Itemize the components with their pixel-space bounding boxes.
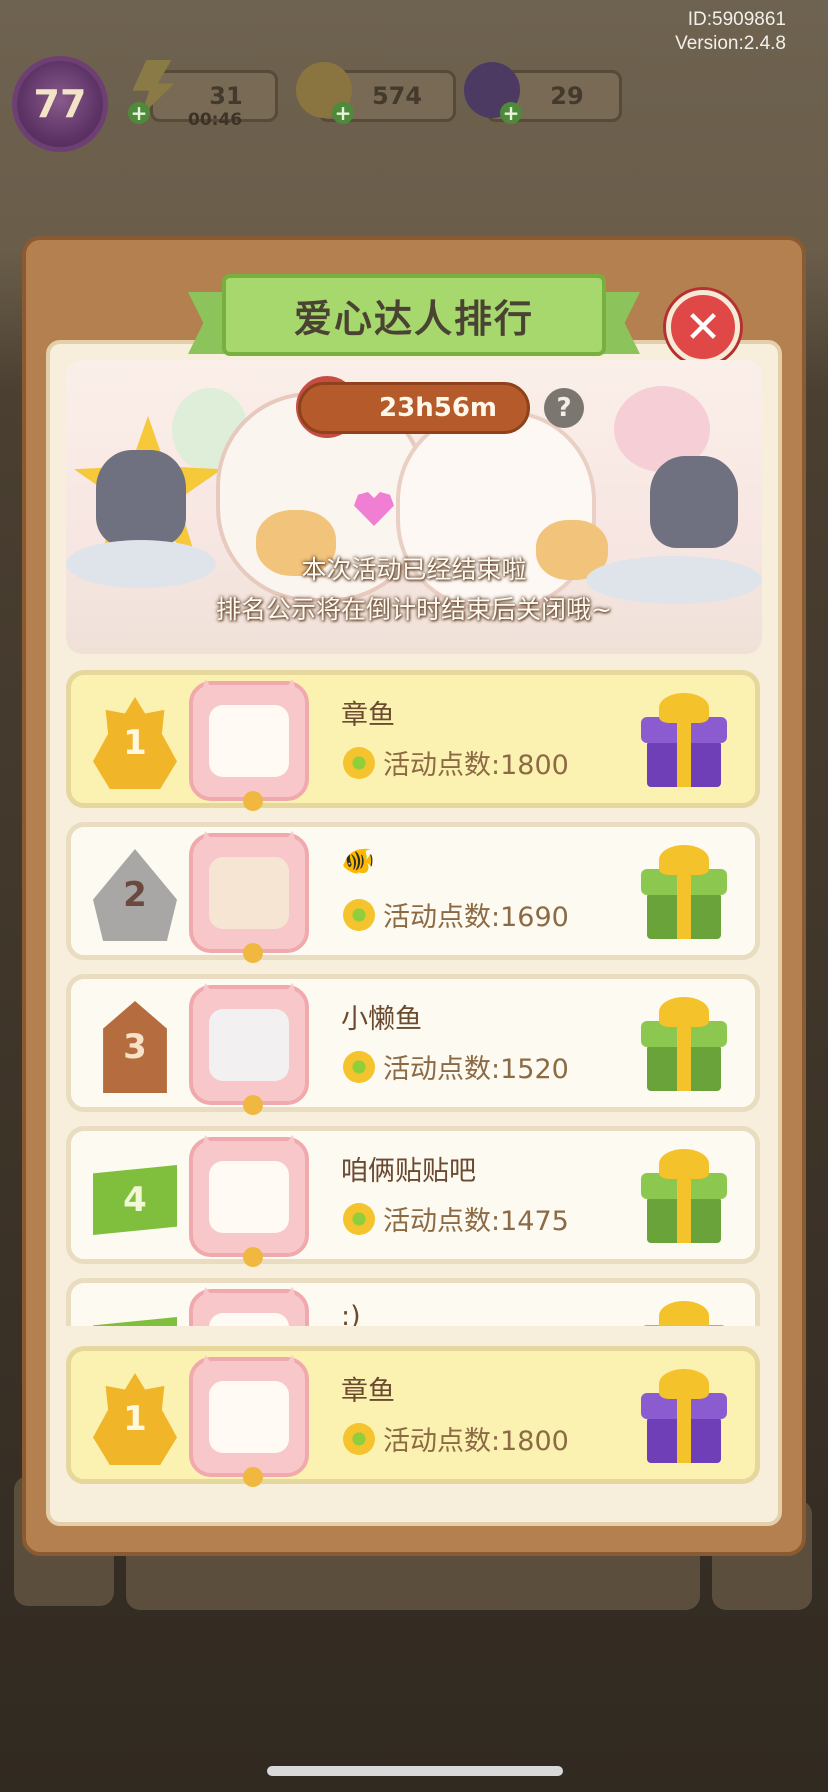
help-icon: ?: [556, 393, 572, 423]
activity-points: 活动点数:1520: [343, 1047, 569, 1086]
popup-title: 爱心达人排行: [293, 296, 534, 341]
flower-icon: [343, 746, 375, 779]
ranking-row[interactable]: :): [66, 1278, 760, 1326]
gray-cat-left: [96, 450, 186, 546]
activity-points: 活动点数:1475: [343, 1199, 569, 1238]
version-label: Version:2.4.8: [675, 33, 786, 54]
gift-box-icon[interactable]: [641, 845, 727, 941]
help-button[interactable]: ?: [544, 388, 584, 428]
avatar[interactable]: [189, 1287, 309, 1326]
gift-box-icon[interactable]: [641, 1369, 727, 1465]
silver-crown-icon: 2: [93, 849, 177, 941]
rank-number: 2: [123, 875, 147, 915]
add-energy-icon[interactable]: +: [128, 102, 150, 124]
close-icon: ✕: [684, 301, 722, 353]
home-indicator[interactable]: [267, 1766, 563, 1776]
gift-box-icon[interactable]: [641, 1301, 727, 1326]
add-gems-icon[interactable]: +: [500, 102, 522, 124]
ranking-row[interactable]: 2 🐠 活动点数:1690: [66, 822, 760, 963]
notice-line-2: 排名公示将在倒计时结束后关闭哦~: [216, 595, 612, 624]
gold-crown-icon: 1: [93, 1373, 177, 1465]
gift-box-icon[interactable]: [641, 693, 727, 789]
rank-number: 3: [123, 1027, 147, 1067]
ranking-row[interactable]: 3 小懒鱼 活动点数:1520: [66, 974, 760, 1115]
countdown-timer: 23h56m: [298, 382, 530, 434]
rank-number: 1: [123, 1399, 147, 1439]
avatar[interactable]: [189, 983, 309, 1115]
version-info: ID:5909861 Version:2.4.8: [675, 8, 786, 56]
bronze-crown-icon: 3: [103, 1001, 167, 1093]
points-text: 活动点数:1690: [383, 902, 569, 933]
player-name: 章鱼: [341, 700, 395, 731]
avatar[interactable]: [189, 1355, 309, 1487]
player-level-badge[interactable]: 77: [12, 56, 108, 152]
green-flag-icon: 4: [93, 1165, 177, 1235]
flower-icon: [343, 898, 375, 931]
my-ranking-row[interactable]: 1 章鱼 活动点数:1800: [66, 1346, 760, 1487]
energy-timer: 00:46: [188, 110, 243, 130]
player-name: 小懒鱼: [341, 1004, 422, 1035]
close-button[interactable]: ✕: [666, 290, 740, 364]
player-name: 咱俩贴贴吧: [341, 1156, 476, 1187]
player-id: ID:5909861: [687, 9, 786, 30]
event-ended-notice: 本次活动已经结束啦 排名公示将在倒计时结束后关闭哦~: [66, 550, 762, 630]
gift-box-icon[interactable]: [641, 997, 727, 1093]
coin-value: 574: [371, 82, 423, 110]
energy-value: 31: [209, 82, 243, 110]
rank-number: 4: [123, 1180, 147, 1220]
activity-points: 活动点数:1690: [343, 895, 569, 934]
notice-line-1: 本次活动已经结束啦: [301, 555, 527, 584]
flower-icon: [343, 1422, 375, 1455]
player-name: 章鱼: [341, 1376, 395, 1407]
countdown-value: 23h56m: [379, 393, 497, 423]
ranking-list[interactable]: 1 章鱼 活动点数:1800 2 🐠 活动点数:1690 3 小懒鱼 活动点数:…: [66, 670, 762, 1326]
points-text: 活动点数:1800: [383, 750, 569, 781]
avatar[interactable]: [189, 831, 309, 963]
flower-icon: [343, 1202, 375, 1235]
points-text: 活动点数:1475: [383, 1206, 569, 1237]
avatar[interactable]: [189, 679, 309, 811]
gold-crown-icon: 1: [93, 697, 177, 789]
gray-cat-right: [650, 456, 738, 548]
rank-number: 1: [123, 723, 147, 763]
player-level: 77: [33, 82, 87, 126]
ranking-row[interactable]: 4 咱俩贴贴吧 活动点数:1475: [66, 1126, 760, 1267]
activity-points: 活动点数:1800: [343, 743, 569, 782]
gift-box-icon[interactable]: [641, 1149, 727, 1245]
player-name: :): [341, 1301, 361, 1326]
gem-value: 29: [550, 82, 584, 110]
green-flag-icon: [93, 1317, 177, 1326]
flower-icon: [343, 1050, 375, 1083]
ranking-row[interactable]: 1 章鱼 活动点数:1800: [66, 1346, 760, 1487]
points-text: 活动点数:1800: [383, 1426, 569, 1457]
add-coins-icon[interactable]: +: [332, 102, 354, 124]
player-name: 🐠: [341, 846, 375, 877]
activity-points: 活动点数:1800: [343, 1419, 569, 1458]
points-text: 活动点数:1520: [383, 1054, 569, 1085]
title-banner: 爱心达人排行: [222, 274, 606, 356]
ranking-row[interactable]: 1 章鱼 活动点数:1800: [66, 670, 760, 811]
avatar[interactable]: [189, 1135, 309, 1267]
